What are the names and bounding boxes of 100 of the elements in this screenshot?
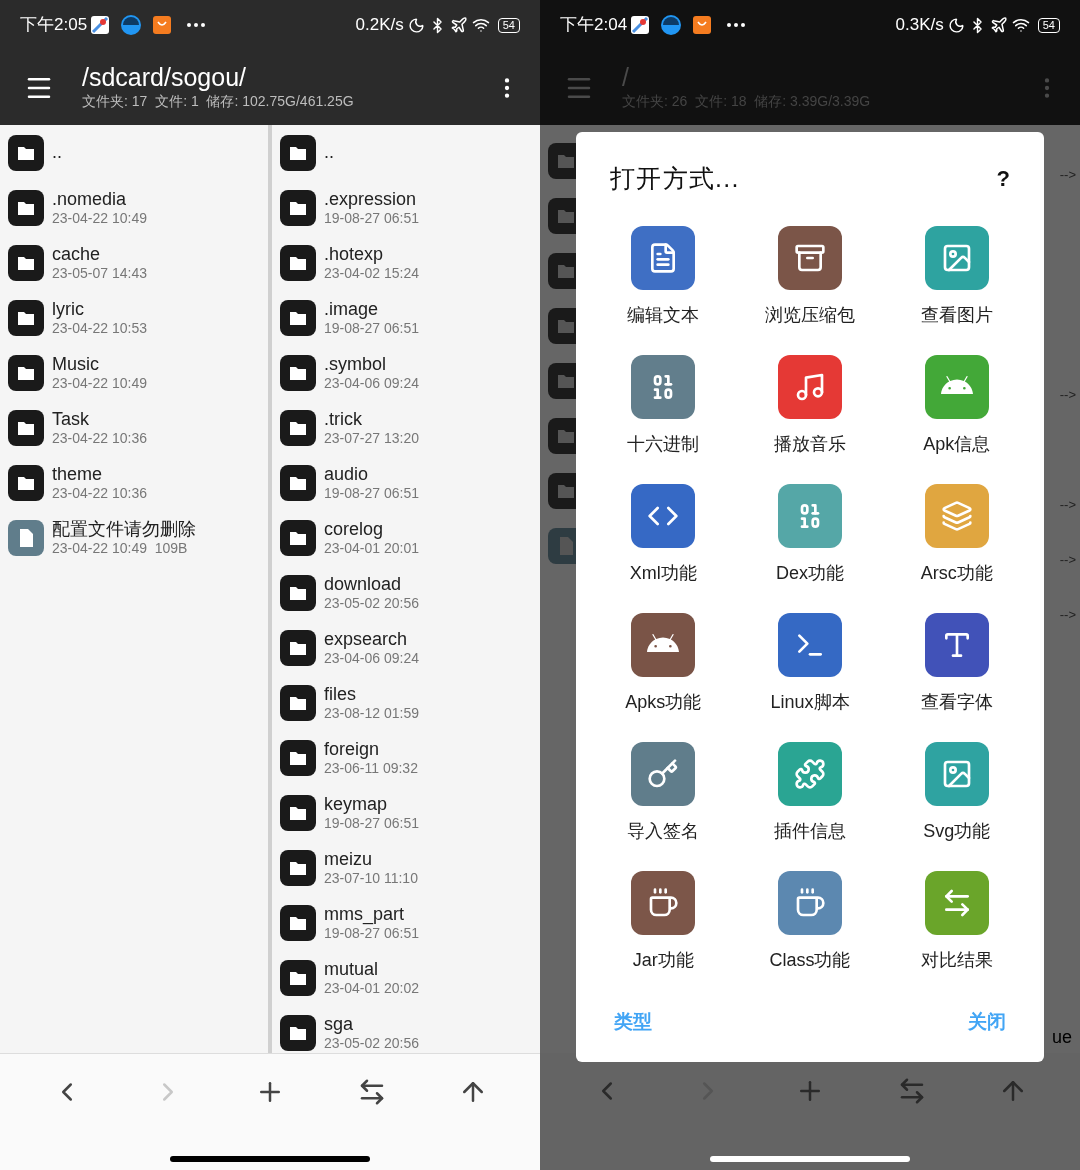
file-details: 23-04-06 09:24 [324,375,419,393]
file-details: 23-07-27 13:20 [324,430,419,448]
airplane-icon [449,16,468,34]
file-list-item[interactable]: download 23-05-02 20:56 [272,565,540,620]
file-list-item[interactable]: audio 19-08-27 06:51 [272,455,540,510]
file-details: 23-08-12 01:59 [324,705,419,723]
file-name: audio [324,462,370,485]
open-with-option[interactable]: Svg功能 [883,741,1030,855]
open-with-option[interactable]: 插件信息 [736,741,884,855]
file-name: files [324,682,357,705]
open-with-option[interactable]: Linux脚本 [736,612,884,726]
network-speed: 0.2K/s [355,14,404,37]
file-list-item[interactable]: lyric 23-04-22 10:53 [0,290,268,345]
link-arrow: --> [1059,550,1076,569]
open-with-option[interactable]: 播放音乐 [736,354,884,468]
file-icon [8,519,44,556]
open-with-option[interactable]: Apks功能 [590,612,737,726]
more-icon [187,23,206,27]
folder-icon [8,189,44,226]
folder-icon [8,464,44,501]
open-with-option[interactable]: 浏览压缩包 [736,225,884,339]
file-list-item[interactable]: mms_part 19-08-27 06:51 [272,895,540,950]
open-with-option[interactable]: 查看图片 [883,225,1030,339]
network-speed: 0.3K/s [895,14,944,37]
open-with-option[interactable]: Dex功能 [736,483,884,597]
folder-icon [280,189,316,226]
folder-icon [280,629,316,666]
folder-icon [280,134,316,171]
file-list-item[interactable]: 配置文件请勿删除 23-04-22 10:49 109B [0,510,268,565]
open-with-option[interactable]: Apk信息 [883,354,1030,468]
open-with-option[interactable]: Xml功能 [590,483,737,597]
file-list-item[interactable]: Music 23-04-22 10:49 [0,345,268,400]
folder-icon [280,849,316,886]
file-name: ue [1051,1026,1072,1049]
folder-path: /sdcard/sogou/ [82,63,247,91]
link-arrow: --> [1059,385,1076,404]
app-icon [91,16,110,34]
file-list-item[interactable]: Task 23-04-22 10:36 [0,400,268,455]
open-with-option[interactable]: 十六进制 [590,354,737,468]
open-with-option[interactable]: Arsc功能 [883,483,1030,597]
open-with-option[interactable]: Class功能 [736,870,884,984]
file-details: 23-04-22 10:49 [52,375,147,393]
file-list-item[interactable]: expsearch 23-04-06 09:24 [272,620,540,675]
file-name: .. [324,141,334,164]
file-list-item[interactable]: foreign 23-06-11 09:32 [272,730,540,785]
app-icon [631,16,650,34]
file-name: 配置文件请勿删除 [52,517,196,540]
file-list-item[interactable]: theme 23-04-22 10:36 [0,455,268,510]
file-details: 23-04-22 10:36 [52,485,147,503]
file-list-item[interactable]: .trick 23-07-27 13:20 [272,400,540,455]
file-details: 23-07-10 11:10 [324,870,418,888]
open-with-option[interactable]: 编辑文本 [590,225,737,339]
open-with-option[interactable]: 查看字体 [883,612,1030,726]
dialog-title: 打开方式... [610,163,740,194]
file-list-item[interactable]: files 23-08-12 01:59 [272,675,540,730]
link-arrow: --> [1059,165,1076,184]
file-list-item[interactable]: meizu 23-07-10 11:10 [272,840,540,895]
file-details: 19-08-27 06:51 [324,210,419,228]
folder-icon [280,354,316,391]
file-name: lyric [52,297,85,320]
file-list-item[interactable]: .. [272,125,540,180]
file-name: corelog [324,517,385,540]
file-name: keymap [324,792,389,815]
file-list-item[interactable]: .image 19-08-27 06:51 [272,290,540,345]
help-button[interactable]: ? [996,162,1010,196]
file-details: 23-04-22 10:49 109B [52,540,189,558]
file-list-item[interactable]: mutual 23-04-01 20:02 [272,950,540,1005]
open-with-option[interactable]: 导入签名 [590,741,737,855]
file-name: .expression [324,187,418,210]
file-details: 23-04-01 20:02 [324,980,419,998]
file-name: sga [324,1012,355,1035]
file-name: .image [324,297,380,320]
file-name: meizu [324,847,373,870]
folder-icon [8,354,44,391]
open-with-option[interactable]: 对比结果 [883,870,1030,984]
moon-icon [407,16,425,34]
wifi-icon [1011,16,1030,34]
battery-level: 54 [1037,17,1060,33]
folder-icon [8,244,44,281]
file-list-item[interactable]: keymap 19-08-27 06:51 [272,785,540,840]
file-list-item[interactable]: sga 23-05-02 20:56 [272,1005,540,1053]
open-with-option[interactable]: Jar功能 [590,870,737,984]
file-details: 19-08-27 06:51 [324,925,419,943]
file-details: 23-04-22 10:49 [52,210,147,228]
folder-icon [280,959,316,996]
file-list-item[interactable]: corelog 23-04-01 20:01 [272,510,540,565]
file-list-item[interactable]: .hotexp 23-04-02 15:24 [272,235,540,290]
file-list-item[interactable]: .. [0,125,268,180]
file-list-item[interactable]: .nomedia 23-04-22 10:49 [0,180,268,235]
folder-icon [280,904,316,941]
wifi-icon [471,16,490,34]
file-name: .trick [324,407,363,430]
file-details: 23-04-02 15:24 [324,265,419,283]
app-icon [693,16,712,34]
file-list-item[interactable]: cache 23-05-07 14:43 [0,235,268,290]
app-icon [661,15,682,35]
file-list-item[interactable]: .expression 19-08-27 06:51 [272,180,540,235]
more-icon [727,23,746,27]
file-details: 23-05-02 20:56 [324,595,419,613]
file-list-item[interactable]: .symbol 23-04-06 09:24 [272,345,540,400]
